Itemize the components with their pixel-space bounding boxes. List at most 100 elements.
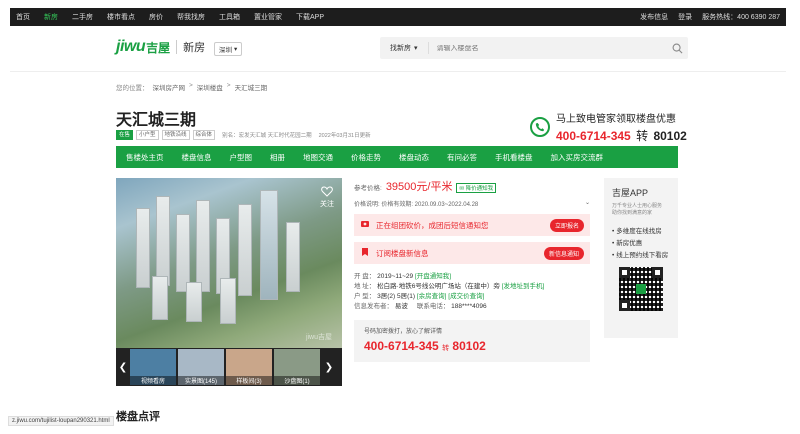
search-bar: 找新房 ▾ [380, 37, 688, 59]
tab-home[interactable]: 售楼处主页 [126, 152, 164, 163]
address-label: 地 址： [354, 283, 376, 290]
group-buy-text: 正在组团砍价，成团后短信通知您 [376, 220, 489, 230]
building [136, 208, 150, 288]
coupon-icon [360, 219, 370, 231]
search-type-dropdown[interactable]: 找新房 ▾ [380, 42, 429, 54]
price-notice-label: 降价通知我 [465, 186, 494, 192]
favorite-label: 关注 [320, 201, 334, 208]
thumbnail-strip: ❮ 视频看房 实景图(145) 样板间(3) 沙盘图(1) ❯ [116, 348, 342, 386]
signup-button[interactable]: 立即报名 [549, 218, 584, 232]
promo-phone: 400-6714-345 转 80102 [556, 127, 687, 144]
header: jiwu 吉屋 新房 深圳 ▾ 找新房 ▾ [10, 26, 786, 72]
breadcrumb: 您的位置： 深圳房产网 > 深圳楼盘 > 天汇城三期 [116, 82, 267, 92]
validity-row[interactable]: 价格说明: 价格有效期: 2020.09.03~2022.04.28 ⌄ [354, 199, 590, 208]
city-selector[interactable]: 深圳 ▾ [214, 42, 243, 56]
group-buy-box: 正在组团砍价，成团后短信通知您 立即报名 [354, 214, 590, 236]
topnav-item-find[interactable]: 帮我找房 [177, 12, 205, 22]
app-bullet: 多维度在线找房 [612, 225, 670, 235]
topnav-item-market[interactable]: 楼市看点 [107, 12, 135, 22]
app-bullet: 线上预约线下看房 [612, 249, 670, 259]
chevron-left-icon[interactable]: ❮ [116, 362, 130, 373]
status-badge: 在售 [116, 130, 134, 140]
login-link[interactable]: 登录 [678, 12, 692, 22]
search-type-label: 找新房 [390, 45, 411, 52]
project-info: 参考价格: 39500元/平米 ✉ 降价通知我 价格说明: 价格有效期: 202… [354, 178, 590, 362]
tab-qa[interactable]: 有问必答 [447, 152, 477, 163]
call-note: 号码加密拨打，放心了解详情 [364, 329, 443, 335]
main-photo[interactable]: 关注 jiwu吉屋 [116, 178, 342, 348]
chevron-right-icon[interactable]: ❯ [322, 362, 336, 373]
tab-group[interactable]: 加入买房交流群 [551, 152, 604, 163]
call-box[interactable]: 号码加密拨打，放心了解详情 400-6714-345 转 80102 [354, 320, 590, 362]
bookmark-icon [360, 247, 370, 259]
thumb-label: 沙盘图(1) [274, 376, 320, 385]
thumb-sandtable[interactable]: 沙盘图(1) [274, 349, 320, 385]
phone-icon [530, 117, 550, 137]
heart-icon [320, 186, 334, 199]
breadcrumb-item-city[interactable]: 深圳房产网 [153, 82, 186, 92]
thumb-label: 样板间(3) [226, 376, 272, 385]
topnav-item-home[interactable]: 首页 [16, 12, 30, 22]
page-title: 天汇城三期 [116, 112, 197, 129]
layout-value: 3居(2) 5居(1) [377, 293, 416, 300]
layout-label: 户 型： [354, 293, 376, 300]
promo-phone-number: 400-6714-345 [556, 129, 631, 143]
breadcrumb-prefix: 您的位置： [116, 85, 149, 92]
app-bullet: 新房优惠 [612, 237, 670, 247]
publish-link[interactable]: 发布信息 [640, 12, 668, 22]
breadcrumb-item-current[interactable]: 天汇城三期 [235, 82, 268, 92]
search-input[interactable] [428, 44, 666, 52]
subscribe-button[interactable]: 新信息通知 [543, 246, 584, 260]
layout-query-links[interactable]: [余房查询] [成交价查询] [417, 293, 485, 300]
qr-code [619, 267, 663, 311]
project-tags: 在售 小户型 地铁沿线 综合体 别名：宏发天汇城 天汇时代花园二期 2022年0… [116, 130, 371, 140]
thumb-video[interactable]: 视频看房 [130, 349, 176, 385]
section-label: 新房 [183, 42, 206, 54]
tab-map[interactable]: 地图交通 [303, 152, 333, 163]
tab-album[interactable]: 相册 [270, 152, 285, 163]
topnav-item-tools[interactable]: 工具箱 [219, 12, 240, 22]
detail-list: 开 盘： 2019~11~29 [开盘通知我] 地 址： 松白路·地铁6号线公明… [354, 272, 590, 312]
tab-mobile[interactable]: 手机看楼盘 [495, 152, 533, 163]
chevron-down-icon: ▾ [234, 46, 238, 53]
project-nav: 售楼处主页 楼盘信息 户型图 相册 地图交通 价格走势 楼盘动态 有问必答 手机… [116, 146, 678, 168]
hotline: 服务热线：400 6390 287 [702, 14, 780, 21]
tab-info[interactable]: 楼盘信息 [182, 152, 212, 163]
thumb-label: 实景图(145) [178, 376, 224, 385]
validity-value: 价格有效期: 2020.09.03~2022.04.28 [381, 202, 479, 208]
site-logo[interactable]: jiwu 吉屋 新房 [116, 38, 205, 56]
building [220, 278, 236, 324]
topnav-right: 发布信息 登录 服务热线：400 6390 287 [640, 12, 780, 22]
topnav-item-butler[interactable]: 置业管家 [254, 12, 282, 22]
call-number: 400-6714-345 转 80102 [364, 339, 580, 353]
publisher-label: 信息发布者： [354, 303, 393, 310]
tab-news[interactable]: 楼盘动态 [399, 152, 429, 163]
price-notice-button[interactable]: ✉ 降价通知我 [456, 183, 497, 193]
topnav-item-price[interactable]: 房价 [149, 12, 163, 22]
breadcrumb-sep: > [189, 82, 193, 89]
thumb-real[interactable]: 实景图(145) [178, 349, 224, 385]
app-promo: 吉屋APP 万千专业人士用心服务 助你找到满意的家 多维度在线找房 新房优惠 线… [604, 178, 678, 338]
price-label: 参考价格: [354, 185, 382, 192]
layout-row: 户 型： 3居(2) 5居(1) [余房查询] [成交价查询] [354, 292, 590, 302]
tab-price-trend[interactable]: 价格走势 [351, 152, 381, 163]
breadcrumb-item-loupan[interactable]: 深圳楼盘 [197, 82, 223, 92]
building [186, 282, 202, 322]
send-address-link[interactable]: [发地址到手机] [502, 283, 545, 290]
promo-text: 马上致电管家领取楼盘优惠 [556, 114, 676, 125]
topnav-item-newhouse[interactable]: 新房 [44, 12, 58, 22]
call-phone: 400-6714-345 [364, 339, 439, 353]
search-icon[interactable] [666, 43, 688, 54]
city-label: 深圳 [219, 47, 232, 54]
topnav-item-secondhand[interactable]: 二手房 [72, 12, 93, 22]
building [176, 214, 190, 292]
favorite-button[interactable]: 关注 [320, 186, 334, 209]
breadcrumb-sep: > [226, 82, 231, 89]
promo-call[interactable]: 马上致电管家领取楼盘优惠 400-6714-345 转 80102 [530, 110, 687, 144]
app-subtitle: 万千专业人士用心服务 助你找到满意的家 [612, 203, 663, 216]
thumb-model-room[interactable]: 样板间(3) [226, 349, 272, 385]
open-notify-link[interactable]: [开盘通知我] [415, 273, 451, 280]
promo-ext: 80102 [653, 129, 687, 143]
tab-layout[interactable]: 户型图 [230, 152, 253, 163]
topnav-item-app[interactable]: 下载APP [296, 12, 324, 22]
